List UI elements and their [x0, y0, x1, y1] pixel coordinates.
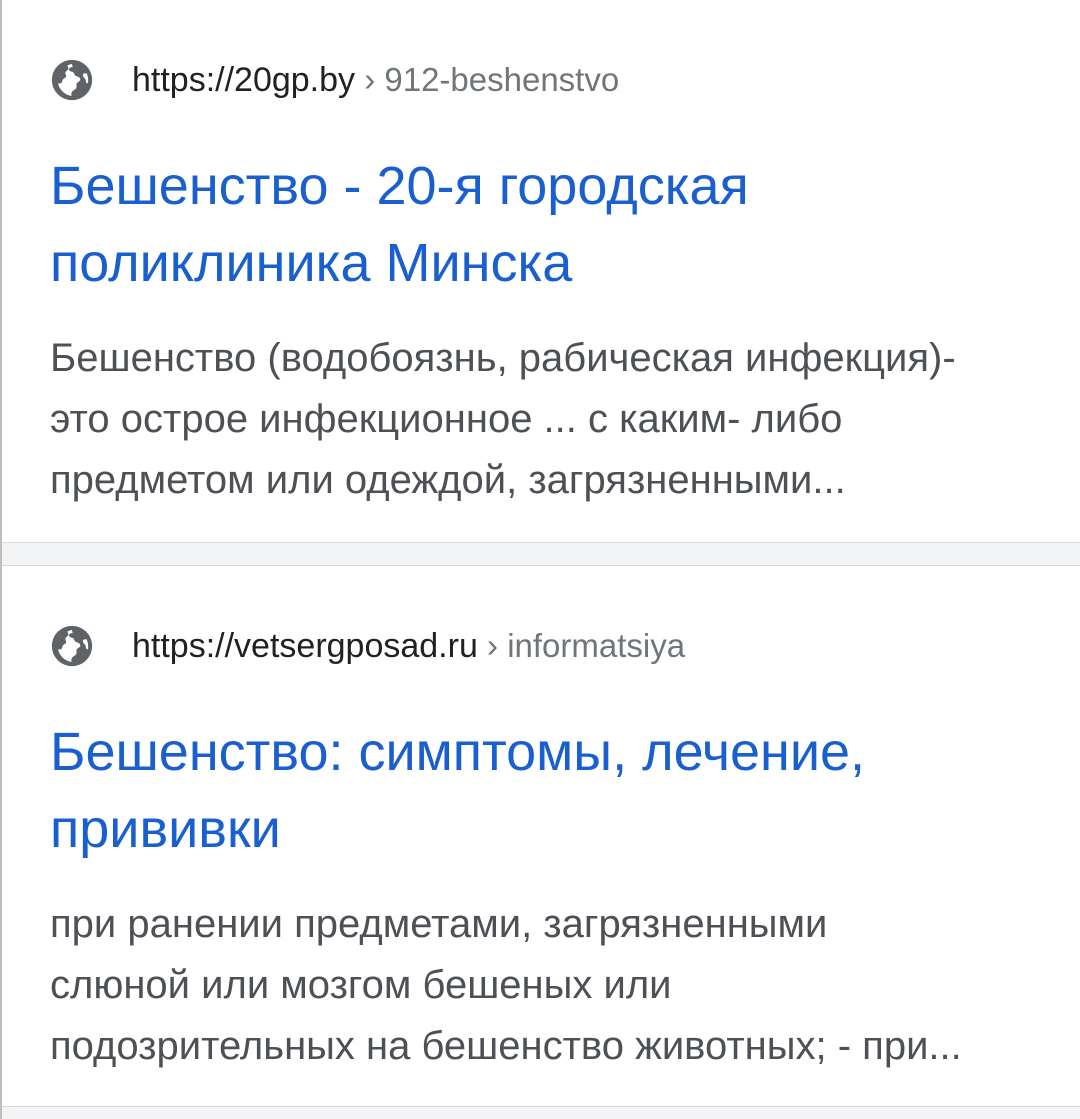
- result-title-line: Бешенство - 20-я городская: [50, 156, 749, 216]
- result-snippet-line: предметом или одеждой, загрязненными...: [50, 458, 846, 502]
- result-title-link[interactable]: Бешенство: симптомы, лечение, прививки: [50, 714, 1030, 868]
- result-title-line: поликлиника Минска: [50, 233, 573, 293]
- result-snippet-line: при ранении предметами, загрязненными: [50, 902, 828, 946]
- result-title-line: Бешенство: симптомы, лечение,: [50, 722, 866, 782]
- result-url-domain: https://20gp.by: [132, 61, 356, 99]
- globe-icon: [50, 624, 94, 668]
- result-snippet-line: слюной или мозгом бешеных или: [50, 963, 672, 1007]
- globe-icon: [50, 58, 94, 102]
- search-result-card: https://vetsergposad.ru › informatsiya Б…: [2, 566, 1080, 1106]
- search-result-card: https://20gp.by › 912-beshenstvo Бешенст…: [2, 0, 1080, 542]
- result-url-path: › 912-beshenstvo: [355, 61, 620, 98]
- result-snippet-line: подозрительных на бешенство животных; - …: [50, 1024, 962, 1068]
- result-snippet-line: Бешенство (водобоязнь, рабическая инфекц…: [50, 336, 956, 380]
- card-separator: [2, 542, 1080, 543]
- result-url-row[interactable]: https://20gp.by › 912-beshenstvo: [50, 58, 619, 102]
- result-url-path: › informatsiya: [477, 627, 686, 664]
- result-title-link[interactable]: Бешенство - 20-я городская поликлиника М…: [50, 148, 1030, 302]
- result-snippet-line: это острое инфекционное ... с каким- либ…: [50, 397, 843, 441]
- search-results-page: https://20gp.by › 912-beshenstvo Бешенст…: [0, 0, 1080, 1119]
- result-url-row[interactable]: https://vetsergposad.ru › informatsiya: [50, 624, 685, 668]
- card-separator: [2, 1106, 1080, 1107]
- result-snippet: Бешенство (водобоязнь, рабическая инфекц…: [50, 328, 1040, 511]
- result-title-line: прививки: [50, 799, 281, 859]
- result-snippet: при ранении предметами, загрязненными сл…: [50, 894, 1040, 1077]
- result-url-domain: https://vetsergposad.ru: [132, 627, 478, 665]
